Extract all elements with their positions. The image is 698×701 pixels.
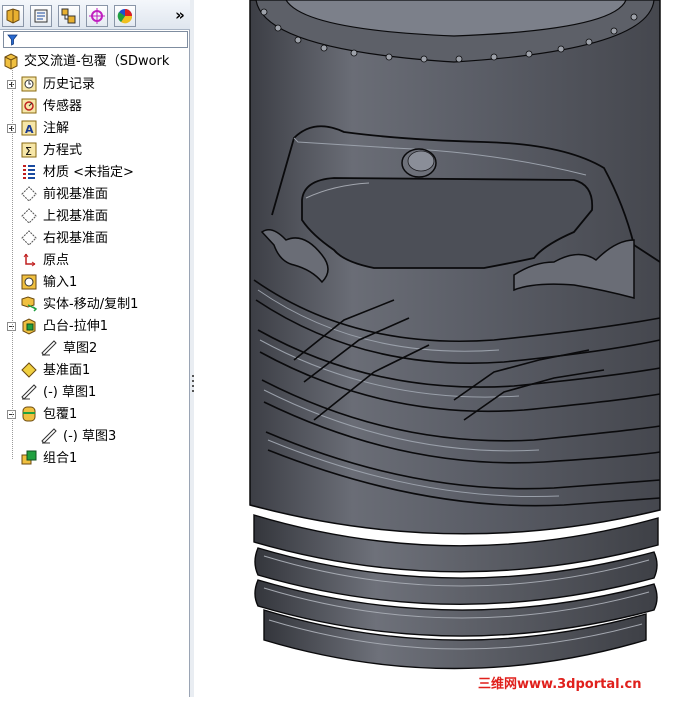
tree-item[interactable]: 凸台-拉伸1: [0, 316, 188, 338]
tree-item-label: 注解: [43, 121, 70, 136]
tree-item[interactable]: 输入1: [0, 272, 188, 294]
manager-tab-toolbar: »: [0, 0, 190, 30]
configuration-manager-tab[interactable]: [58, 5, 80, 27]
more-tabs-button[interactable]: »: [172, 5, 188, 25]
tree-item[interactable]: A 注解: [0, 118, 188, 140]
display-manager-tab[interactable]: [114, 5, 136, 27]
svg-text:Σ: Σ: [25, 145, 32, 158]
tree-item[interactable]: (-) 草图3: [0, 426, 188, 448]
material-icon: [23, 165, 35, 179]
tree-connector: [12, 70, 13, 459]
property-manager-tab[interactable]: [30, 5, 52, 27]
tree-item-label: 方程式: [43, 143, 83, 158]
tree-item[interactable]: (-) 草图1: [0, 382, 188, 404]
dimxpert-icon: [89, 8, 105, 24]
tree-item[interactable]: 原点: [0, 250, 188, 272]
tree-item[interactable]: 实体-移动/复制1: [0, 294, 188, 316]
graphics-viewport[interactable]: [194, 0, 698, 697]
tree-item-label: 上视基准面: [43, 209, 109, 224]
origin-icon: [23, 253, 36, 267]
tree-item[interactable]: 包覆1: [0, 404, 188, 426]
svg-text:A: A: [25, 123, 34, 136]
equation-icon: Σ: [21, 142, 37, 158]
tree-item-label: 包覆1: [43, 407, 78, 422]
tree-item[interactable]: 前视基准面: [0, 184, 188, 206]
tree-item-label: 基准面1: [43, 363, 91, 378]
tree-item[interactable]: 基准面1: [0, 360, 188, 382]
tree-item-label: 实体-移动/复制1: [43, 297, 139, 312]
sensor-icon: [21, 98, 37, 114]
tree-item-label: (-) 草图3: [63, 429, 117, 444]
plane-icon: [21, 230, 37, 246]
tree-item-label: (-) 草图1: [43, 385, 97, 400]
tree-item-label: 右视基准面: [43, 231, 109, 246]
sketch-icon: [41, 340, 57, 356]
history-icon: [21, 76, 37, 92]
reference-plane-icon: [21, 362, 37, 378]
tree-root-label: 交叉流道-包覆（SDwork: [24, 54, 170, 69]
boss-extrude-icon: [22, 318, 36, 335]
filter-icon: [7, 34, 18, 46]
dimxpert-manager-tab[interactable]: [86, 5, 108, 27]
tree-item[interactable]: 历史记录: [0, 74, 188, 96]
tree-item-label: 材质 <未指定>: [43, 165, 134, 180]
tree-item-label: 原点: [43, 253, 70, 268]
combine-icon: [21, 450, 37, 465]
tree-item[interactable]: 右视基准面: [0, 228, 188, 250]
tree-item-label: 组合1: [43, 451, 78, 466]
part-model[interactable]: [194, 0, 698, 697]
tree-item-label: 传感器: [43, 99, 83, 114]
tree-item[interactable]: 组合1: [0, 448, 188, 470]
display-manager-icon: [117, 9, 133, 24]
sketch-icon: [21, 384, 37, 400]
tree-item[interactable]: 传感器: [0, 96, 188, 118]
wrap-icon: [22, 406, 36, 422]
tree-item-label: 草图2: [63, 341, 98, 356]
tree-item-label: 前视基准面: [43, 187, 109, 202]
sketch-icon: [41, 428, 57, 444]
tree-item-label: 凸台-拉伸1: [43, 319, 108, 334]
watermark: 三维网www.3dportal.cn: [478, 677, 642, 692]
configuration-manager-icon: [61, 8, 76, 24]
annotation-icon: A: [21, 120, 37, 136]
feature-manager-panel: » 交叉流道-包覆（SDwork 历史记录传感器 A 注解 Σ 方程式材质 <未指定> 前…: [0, 0, 190, 697]
tree-item[interactable]: 上视基准面: [0, 206, 188, 228]
tree-item[interactable]: 材质 <未指定>: [0, 162, 188, 184]
tree-item-label: 输入1: [43, 275, 78, 290]
part-icon: [4, 53, 18, 70]
filter-field[interactable]: [3, 31, 188, 48]
property-manager-icon: [34, 9, 48, 23]
tree-item-label: 历史记录: [43, 77, 96, 92]
plane-icon: [21, 186, 37, 202]
import-icon: [21, 274, 37, 290]
feature-manager-icon: [6, 8, 20, 24]
feature-manager-tab[interactable]: [2, 5, 24, 27]
move-copy-body-icon: [21, 296, 38, 312]
tree-item[interactable]: 草图2: [0, 338, 188, 360]
tree-item[interactable]: Σ 方程式: [0, 140, 188, 162]
plane-icon: [21, 208, 37, 224]
